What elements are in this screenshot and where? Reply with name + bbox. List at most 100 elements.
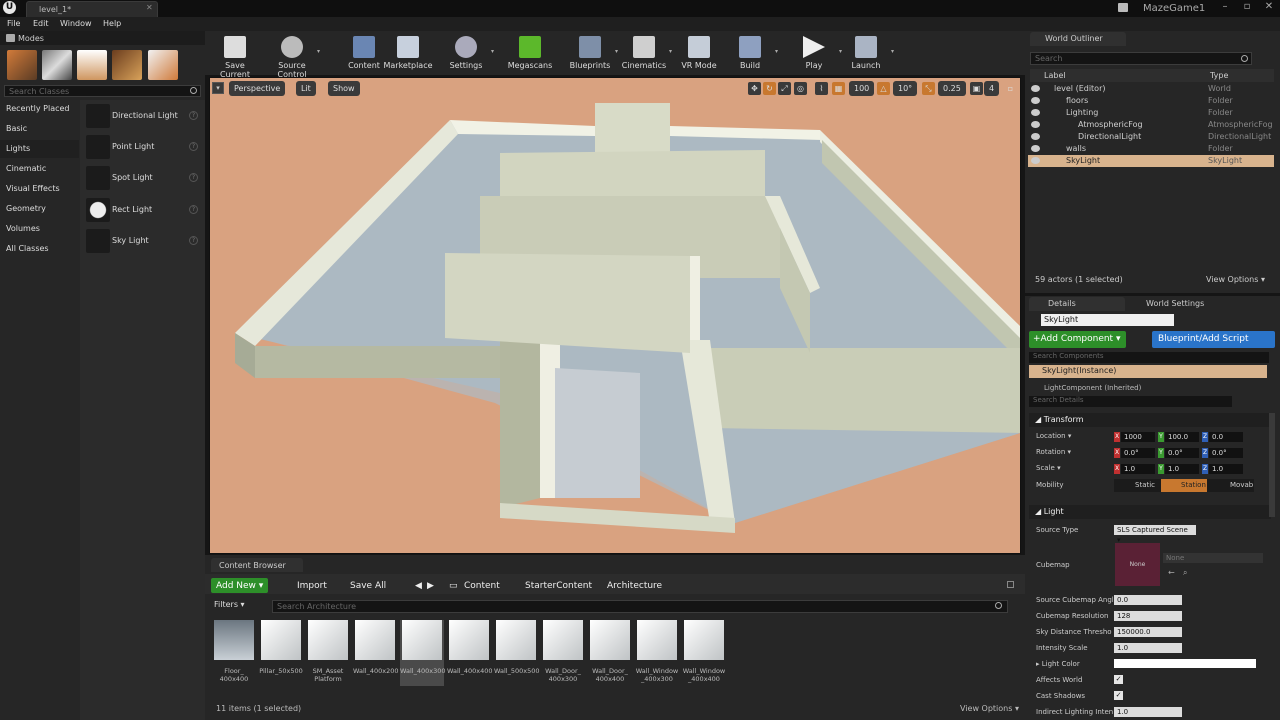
asset-tile[interactable]: Wall_500x500 [494,620,540,686]
menu-edit[interactable]: Edit [33,19,49,28]
level-tab[interactable]: level_1* [26,1,158,17]
light-color-swatch[interactable] [1114,659,1256,668]
property-field[interactable]: 150000.0 [1114,627,1182,637]
geometry-mode-icon[interactable] [148,50,178,80]
dropdown-arrow-icon[interactable]: ▾ [491,48,494,55]
asset-tile[interactable]: Wall_Window _400x400 [682,620,726,686]
build-button[interactable]: Build ▾ [724,34,778,74]
category-visual-effects[interactable]: Visual Effects [0,180,79,198]
notification-icon[interactable] [1118,3,1128,12]
light-component-row[interactable]: LightComponent (Inherited) [1044,384,1141,392]
path-architecture[interactable]: Architecture [602,578,667,593]
location-z-field[interactable]: 0.0 [1209,432,1243,442]
item-point-light[interactable]: Point Light? [84,133,202,161]
visibility-eye-icon[interactable] [1031,133,1040,140]
asset-tile[interactable]: Pillar_50x500 [259,620,303,686]
source-control-button[interactable]: Source Control ▾ [266,34,320,79]
rotation-x-field[interactable]: 0.0° [1121,448,1155,458]
category-lights[interactable]: Lights [0,140,79,158]
dropdown-arrow-icon[interactable]: ▾ [317,48,320,55]
world-local-icon[interactable]: ◎ [794,82,807,95]
settings-button[interactable]: Settings ▾ [440,34,494,74]
cast-shadows-checkbox[interactable]: ✓ [1114,691,1123,700]
import-button[interactable]: Import [292,578,332,593]
scale-snap-button[interactable]: 0.25 [938,81,966,96]
browse-search-icon[interactable]: ⌕ [1183,568,1187,578]
grid-snap-icon[interactable]: ▦ [832,82,845,95]
cubemap-thumbnail[interactable]: None [1115,543,1160,586]
close-icon[interactable]: ✕ [1262,1,1276,15]
outliner-view-options-button[interactable]: View Options ▾ [1206,275,1265,284]
search-details-input[interactable]: Search Details [1029,396,1232,407]
location-x-field[interactable]: 1000 [1121,432,1155,442]
blueprint-add-script-button[interactable]: Blueprint/Add Script [1152,331,1275,348]
show-button[interactable]: Show [328,81,360,96]
scale-x-field[interactable]: 1.0 [1121,464,1155,474]
rotation-snap-icon[interactable]: △ [877,82,890,95]
paint-mode-icon[interactable] [42,50,72,80]
place-mode-icon[interactable] [7,50,37,80]
maximize-viewport-icon[interactable]: ▫ [1004,82,1017,95]
lock-icon[interactable] [1007,581,1014,588]
play-button[interactable]: Play ▾ [788,34,842,74]
dropdown-arrow-icon[interactable]: ▾ [669,48,672,55]
item-rect-light[interactable]: Rect Light? [84,196,202,224]
visibility-eye-icon[interactable] [1031,109,1040,116]
dropdown-arrow-icon[interactable]: ▾ [891,48,894,55]
transform-section[interactable]: ◢ Transform [1029,413,1271,427]
asset-tile[interactable]: Wall_400x400 [447,620,493,686]
vr-mode-button[interactable]: VR Mode [673,34,725,74]
landscape-mode-icon[interactable] [77,50,107,80]
outliner-row[interactable]: floors Folder [1028,95,1274,107]
light-section[interactable]: ◢ Light [1029,505,1271,519]
lit-button[interactable]: Lit [296,81,316,96]
scale-z-field[interactable]: 1.0 [1209,464,1243,474]
rotation-z-field[interactable]: 0.0° [1209,448,1243,458]
details-tab[interactable]: Details [1029,297,1125,311]
asset-tile[interactable]: Floor_ 400x400 [212,620,256,686]
mobility-movable[interactable]: Movab [1230,481,1253,489]
visibility-eye-icon[interactable] [1031,85,1040,92]
camera-speed-button[interactable]: 4 [984,81,1000,96]
category-cinematic[interactable]: Cinematic [0,160,79,178]
outliner-row[interactable]: level (Editor) World [1028,83,1274,95]
scale-icon[interactable]: ⤢ [778,82,791,95]
category-basic[interactable]: Basic [0,120,79,138]
help-icon[interactable]: ? [189,205,198,214]
menu-window[interactable]: Window [60,19,92,28]
add-new-button[interactable]: Add New ▾ [211,578,269,593]
save-all-button[interactable]: Save All [345,578,391,593]
path-content[interactable]: Content [459,578,505,593]
visibility-eye-icon[interactable] [1031,121,1040,128]
maximize-icon[interactable]: ▫ [1240,1,1254,15]
outliner-row[interactable]: SkyLight SkyLight [1028,155,1274,167]
rotate-icon[interactable]: ↻ [763,82,776,95]
megascans-button[interactable]: Megascans [504,34,556,74]
visibility-eye-icon[interactable] [1031,157,1040,164]
perspective-button[interactable]: Perspective [229,81,286,96]
launch-button[interactable]: Launch ▾ [840,34,894,74]
foliage-mode-icon[interactable] [112,50,142,80]
item-directional-light[interactable]: Directional Light? [84,102,202,130]
filters-button[interactable]: Filters ▾ [214,600,245,609]
asset-tile[interactable]: Wall_Window _400x300 [635,620,679,686]
column-label-header[interactable]: Label [1044,71,1066,80]
marketplace-button[interactable]: Marketplace [382,34,434,74]
actor-name-field[interactable]: SkyLight [1041,314,1174,326]
blueprints-button[interactable]: Blueprints ▾ [564,34,618,74]
visibility-eye-icon[interactable] [1031,97,1040,104]
camera-speed-icon[interactable]: ▣ [970,82,983,95]
menu-help[interactable]: Help [103,19,121,28]
category-all-classes[interactable]: All Classes [0,240,79,258]
item-sky-light[interactable]: Sky Light? [84,227,202,255]
grid-size-button[interactable]: 100 [849,81,875,96]
save-current-button[interactable]: Save Current [209,34,261,79]
asset-tile[interactable]: Wall_Door_ 400x400 [588,620,632,686]
translate-icon[interactable]: ✥ [748,82,761,95]
outliner-row[interactable]: Lighting Folder [1028,107,1274,119]
search-classes-input[interactable]: Search Classes [4,85,201,97]
item-spot-light[interactable]: Spot Light? [84,164,202,192]
rotation-y-field[interactable]: 0.0° [1165,448,1199,458]
search-components-input[interactable]: Search Components [1029,352,1269,363]
cubemap-select[interactable]: None [1163,553,1263,563]
